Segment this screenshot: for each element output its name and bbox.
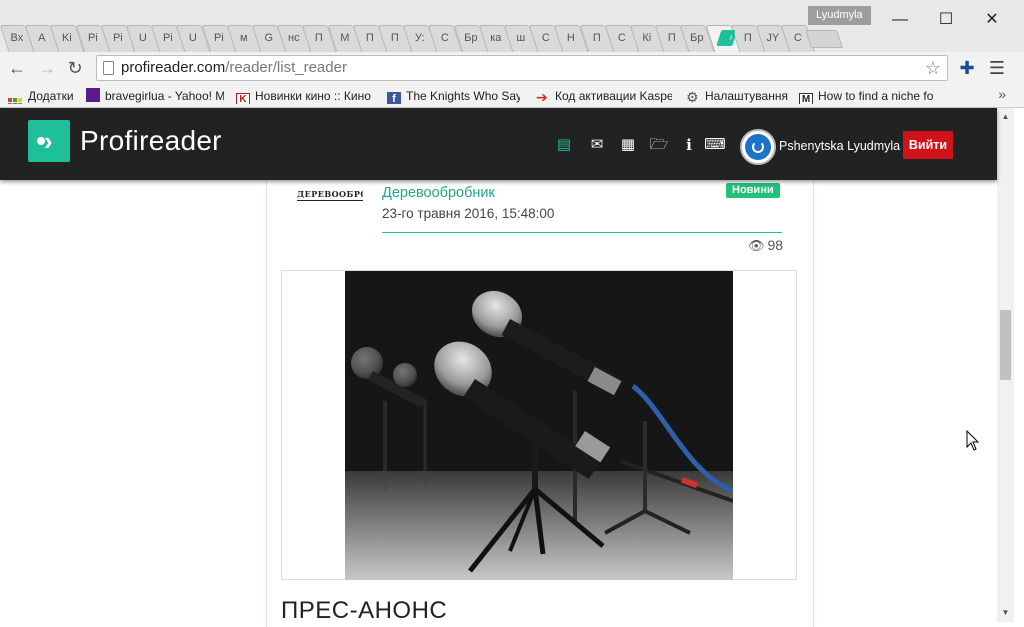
- browser-toolbar: ← → ↻ profireader.com/reader/list_reader…: [0, 52, 1024, 84]
- article-image-frame: [281, 270, 797, 580]
- avatar[interactable]: [740, 129, 776, 165]
- minimize-button[interactable]: —: [877, 6, 923, 34]
- new-tab-button[interactable]: [805, 30, 843, 48]
- scroll-thumb[interactable]: [1000, 310, 1011, 380]
- article-photo[interactable]: [345, 271, 733, 580]
- category-badge: Новини: [726, 183, 780, 198]
- url-host: profireader.com: [121, 59, 226, 76]
- maximize-button[interactable]: ☐: [923, 6, 969, 34]
- eye-icon: 👁: [748, 238, 765, 253]
- close-window-button[interactable]: ✕: [969, 6, 1015, 34]
- page-scrollbar[interactable]: ▲ ▼: [997, 108, 1014, 622]
- translate-icon[interactable]: ⌨: [704, 136, 726, 154]
- back-button[interactable]: ←: [4, 56, 30, 80]
- info-icon[interactable]: i: [678, 136, 700, 154]
- extension-icon[interactable]: ✚: [956, 56, 978, 80]
- scroll-up-arrow-icon[interactable]: ▲: [997, 110, 1014, 124]
- view-count: 👁 98: [748, 237, 784, 253]
- gear-icon: ⚙: [686, 89, 699, 104]
- meta-divider: [382, 232, 782, 233]
- bookmark-yahoo[interactable]: bravegirlua - Yahoo! M: [86, 88, 224, 104]
- profireader-favicon-icon: ›: [715, 30, 735, 47]
- forward-button[interactable]: →: [34, 56, 60, 80]
- yahoo-mail-icon: [86, 88, 100, 102]
- apps-grid-icon: [8, 98, 22, 104]
- bookmark-niche[interactable]: M How to find a niche fo: [799, 88, 937, 104]
- tab-strip: Вх A Ki Pi Pi U Pi U Pi м Gнс П M П П У: С Бр ка ш С Н П С Кі П Бр…: [0, 22, 840, 52]
- facebook-icon: f: [387, 92, 401, 104]
- bookmark-star-icon[interactable]: ☆: [925, 56, 941, 80]
- news-feed-icon[interactable]: ▤: [553, 136, 575, 154]
- mouse-cursor-icon: [966, 430, 980, 451]
- article-date: 23-го травня 2016, 15:48:00: [382, 206, 555, 221]
- bookmark-apps[interactable]: Додатки: [8, 88, 78, 104]
- reload-button[interactable]: ↻: [62, 56, 88, 80]
- app-header: › Profireader ▤ ✉ ▦ 🗁 i ⌨ Pshenytska Lyu…: [0, 108, 997, 180]
- publisher-logo[interactable]: ДЕРЕВООБРОБНИК: [297, 187, 363, 201]
- chrome-menu-icon[interactable]: ☰: [986, 56, 1008, 80]
- url-path: /reader/list_reader: [225, 59, 347, 76]
- bookmarks-bar: Додатки bravegirlua - Yahoo! M K Новинки …: [0, 84, 1024, 108]
- active-browser-tab[interactable]: ›: [705, 25, 740, 52]
- folder-icon[interactable]: 🗁: [648, 136, 670, 154]
- profireader-logo-icon[interactable]: ›: [28, 120, 70, 162]
- microphones-illustration: [345, 271, 733, 580]
- page-icon: [103, 61, 114, 75]
- article-headline[interactable]: ПРЕС-АНОНС: [281, 597, 447, 625]
- browser-chrome: Lyudmyla — ☐ ✕ Вх A Ki Pi Pi U Pi U Pi м Gнс П M П П У:…: [0, 0, 1024, 108]
- logo-text[interactable]: Profireader: [80, 124, 222, 158]
- scroll-down-arrow-icon[interactable]: ▼: [997, 606, 1014, 620]
- publisher-name[interactable]: Деревообробник: [382, 184, 495, 202]
- bookmarks-overflow-button[interactable]: »: [998, 86, 1006, 102]
- user-name[interactable]: Pshenytska Lyudmyla: [779, 138, 900, 154]
- medium-icon: M: [799, 93, 813, 104]
- bookmark-knights[interactable]: f The Knights Who Say: [387, 88, 520, 104]
- logout-button[interactable]: Вийти: [903, 131, 953, 159]
- kinopoisk-icon: K: [236, 93, 250, 104]
- address-bar[interactable]: profireader.com/reader/list_reader ☆: [96, 55, 948, 81]
- bookmark-kino[interactable]: K Новинки кино :: Кино: [236, 88, 374, 104]
- bookmark-settings[interactable]: ⚙ Налаштування: [686, 88, 791, 104]
- building-icon[interactable]: ▦: [617, 136, 639, 154]
- bookmark-kaspersky[interactable]: ➔ Код активации Kaspe: [536, 88, 672, 104]
- red-arrow-icon: ➔: [536, 89, 548, 104]
- mail-icon[interactable]: ✉: [586, 136, 608, 154]
